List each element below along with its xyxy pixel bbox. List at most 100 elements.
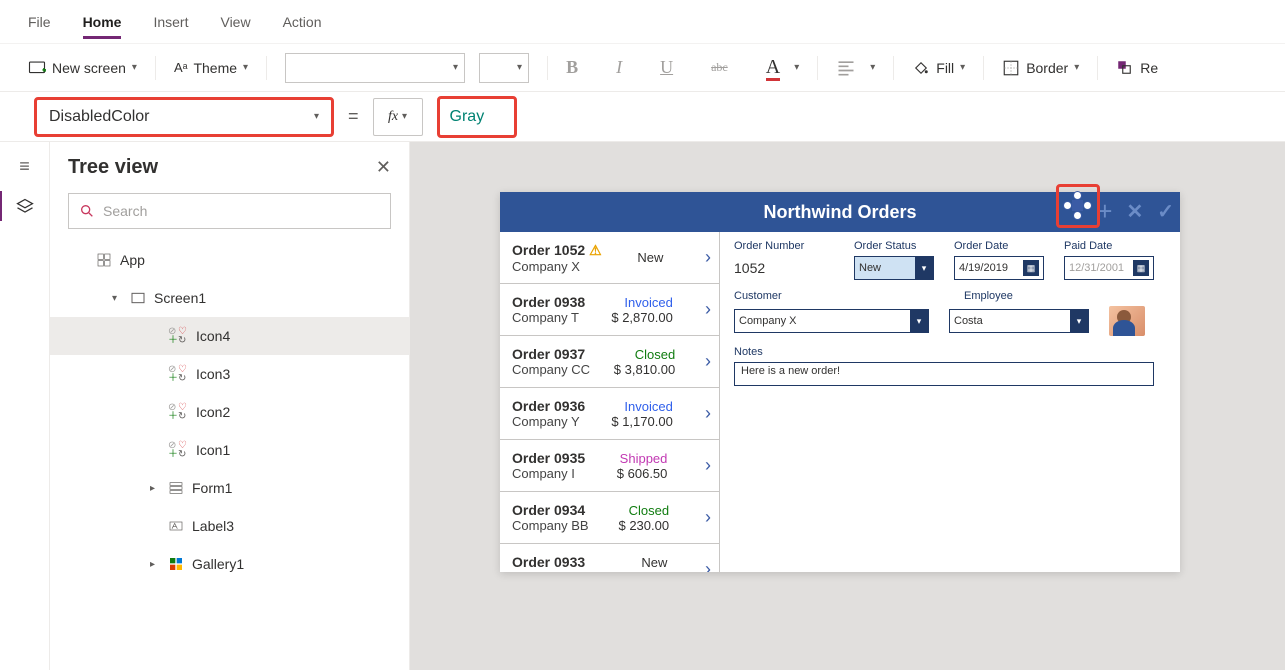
cancel-icon[interactable]: ✕ (1126, 199, 1143, 224)
font-color-button[interactable]: A (766, 56, 780, 79)
order-row[interactable]: Order 0938Company TInvoiced$ 2,870.00› (500, 284, 719, 336)
label-order-status: Order Status (854, 240, 934, 252)
chevron-right-icon: › (699, 403, 711, 424)
tree-app[interactable]: App (50, 241, 409, 279)
tree-item-form1[interactable]: ▸Form1 (50, 469, 409, 507)
property-dropdown[interactable]: DisabledColor ▾ (34, 97, 334, 137)
screen-icon (130, 290, 146, 306)
app-icon (96, 252, 112, 268)
customer-dropdown[interactable]: Company X▾ (734, 309, 929, 333)
label-icon (168, 518, 184, 534)
label-order-number: Order Number (734, 240, 834, 252)
label-employee: Employee (964, 290, 1104, 302)
chevron-down-icon: ▾ (314, 111, 319, 122)
calendar-icon: ▦ (1023, 260, 1039, 276)
order-status-dropdown[interactable]: New▾ (854, 256, 934, 280)
order-row[interactable]: Order 0933Company ANew$ 736.00› (500, 544, 719, 572)
fx-button[interactable]: fx ▾ (373, 98, 423, 136)
fill-button[interactable]: Fill ▾ (912, 59, 965, 77)
divider (155, 56, 156, 80)
app-title: Northwind Orders (763, 202, 916, 223)
employee-dropdown[interactable]: Costa▾ (949, 309, 1089, 333)
tree-view-title: Tree view (68, 156, 158, 179)
order-gallery[interactable]: Order 1052⚠Company XNew›Order 0938Compan… (500, 232, 720, 572)
chevron-down-icon: ▾ (402, 111, 407, 122)
left-rail: ≡ (0, 142, 50, 670)
tree-item-gallery1[interactable]: ▸Gallery1 (50, 545, 409, 583)
tree-item-icon3[interactable]: ⊘♡＋↻Icon3 (50, 355, 409, 393)
order-date-input[interactable]: 4/19/2019▦ (954, 256, 1044, 280)
tree-item-icon2[interactable]: ⊘♡＋↻Icon2 (50, 393, 409, 431)
chevron-down-icon: ▾ (453, 62, 458, 73)
menu-view[interactable]: View (220, 14, 250, 30)
selection-handle[interactable] (1056, 184, 1100, 228)
tree-item-icon1[interactable]: ⊘♡＋↻Icon1 (50, 431, 409, 469)
chevron-down-icon: ▾ (517, 62, 522, 73)
paid-date-input[interactable]: 12/31/2001▦ (1064, 256, 1154, 280)
ribbon: New screen ▾ Aᵃ Theme ▾ ▾ ▾ B I U abc A … (0, 44, 1285, 92)
border-icon (1002, 59, 1020, 77)
chevron-down-icon: ▾ (960, 62, 965, 73)
tree-item-icon4[interactable]: ⊘♡＋↻Icon4 (50, 317, 409, 355)
order-row[interactable]: Order 1052⚠Company XNew› (500, 232, 719, 284)
caret-right-icon: ▸ (150, 483, 160, 494)
font-family-dropdown[interactable]: ▾ (285, 53, 465, 83)
app-body: Order 1052⚠Company XNew›Order 0938Compan… (500, 232, 1180, 572)
order-row[interactable]: Order 0935Company IShipped$ 606.50› (500, 440, 719, 492)
menu-insert[interactable]: Insert (153, 14, 188, 30)
reorder-button[interactable]: Re (1116, 59, 1158, 77)
label-paid-date: Paid Date (1064, 240, 1154, 252)
menu-home[interactable]: Home (83, 14, 122, 39)
order-row[interactable]: Order 0934Company BBClosed$ 230.00› (500, 492, 719, 544)
tree-view-rail-button[interactable] (15, 197, 35, 220)
caret-down-icon: ▾ (112, 293, 122, 304)
formula-bar: DisabledColor ▾ = fx ▾ Gray (0, 92, 1285, 142)
order-row[interactable]: Order 0937Company CCClosed$ 3,810.00› (500, 336, 719, 388)
calendar-icon: ▦ (1133, 260, 1149, 276)
chevron-down-icon: ▾ (870, 62, 875, 73)
formula-text: Gray (450, 108, 485, 126)
new-screen-button[interactable]: New screen ▾ (28, 59, 137, 77)
divider (817, 56, 818, 80)
italic-button[interactable]: I (616, 57, 622, 78)
theme-button[interactable]: Aᵃ Theme ▾ (174, 60, 248, 76)
equals-sign: = (348, 106, 359, 127)
menu-file[interactable]: File (28, 14, 51, 30)
strikethrough-button[interactable]: abc (711, 60, 728, 75)
bold-button[interactable]: B (566, 57, 578, 78)
hamburger-icon[interactable]: ≡ (19, 156, 30, 177)
fill-label: Fill (936, 60, 954, 76)
canvas[interactable]: Northwind Orders + ✕ ✓ Order 1052⚠Compan… (410, 142, 1285, 670)
border-button[interactable]: Border ▾ (1002, 59, 1079, 77)
chevron-down-icon: ▾ (1070, 310, 1088, 332)
icon-control-icon: ⊘♡＋↻ (168, 441, 188, 459)
divider (1097, 56, 1098, 80)
divider (266, 56, 267, 80)
notes-input[interactable]: Here is a new order! (734, 362, 1154, 386)
form-icon (168, 480, 184, 496)
tree-app-label: App (120, 252, 145, 268)
save-icon[interactable]: ✓ (1157, 199, 1174, 224)
search-input[interactable]: Search (68, 193, 391, 229)
reorder-label: Re (1140, 60, 1158, 76)
chevron-down-icon: ▾ (915, 257, 933, 279)
tree-item-label3[interactable]: Label3 (50, 507, 409, 545)
order-row[interactable]: Order 0936Company YInvoiced$ 1,170.00› (500, 388, 719, 440)
resize-handles-icon (1064, 192, 1092, 220)
employee-avatar (1109, 306, 1145, 336)
warning-icon: ⚠ (589, 242, 602, 259)
divider (547, 56, 548, 80)
align-icon[interactable] (836, 58, 856, 78)
formula-input[interactable]: Gray (437, 96, 517, 138)
divider (893, 56, 894, 80)
close-icon[interactable]: ✕ (376, 157, 391, 178)
underline-button[interactable]: U (660, 57, 673, 78)
theme-label: Theme (193, 60, 237, 76)
tree-screen1[interactable]: ▾ Screen1 (50, 279, 409, 317)
chevron-right-icon: › (699, 299, 711, 320)
chevron-right-icon: › (699, 559, 711, 572)
menu-action[interactable]: Action (283, 14, 322, 30)
chevron-right-icon: › (699, 455, 711, 476)
font-size-dropdown[interactable]: ▾ (479, 53, 529, 83)
app-header: Northwind Orders + ✕ ✓ (500, 192, 1180, 232)
